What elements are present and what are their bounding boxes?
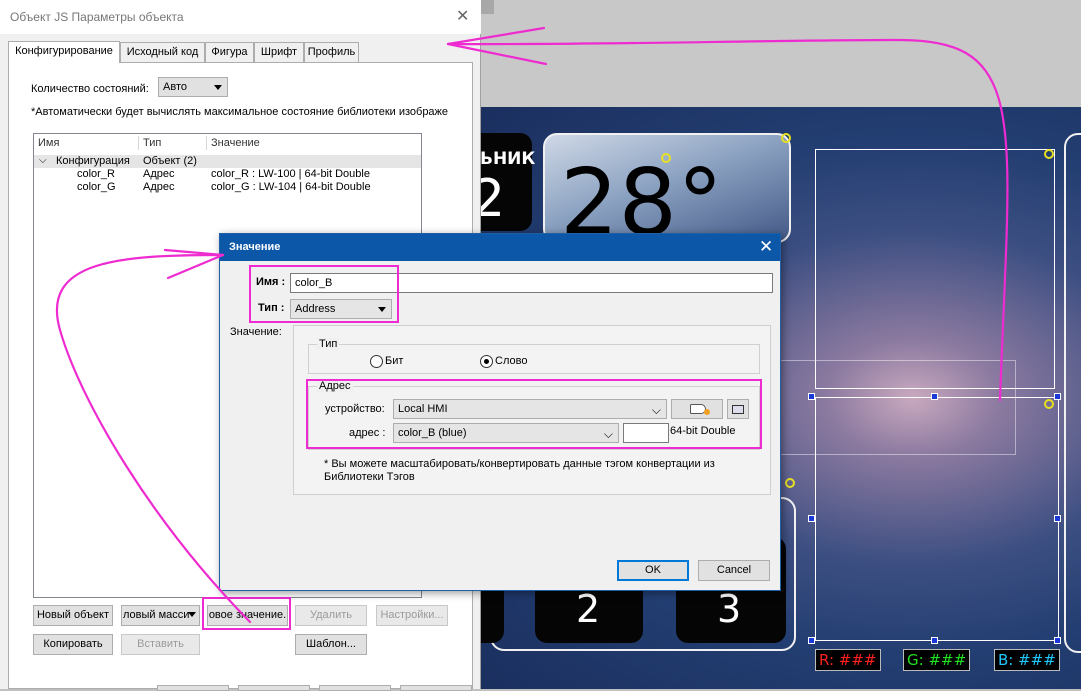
value-label: Значение: <box>230 326 282 338</box>
column-divider[interactable] <box>206 136 207 150</box>
template-button[interactable]: Шаблон... <box>295 634 367 655</box>
rgb-g-readout: G: ### <box>903 649 971 671</box>
radio-bit-label[interactable]: Бит <box>385 355 403 367</box>
resize-handle[interactable] <box>931 637 938 644</box>
tree-row-name: color_G <box>77 181 116 193</box>
resize-handle[interactable] <box>808 637 815 644</box>
rgb-r-readout: R: ### <box>815 649 881 671</box>
hmi-tile-digit: 2 <box>480 169 506 229</box>
tree-row-name: Конфигурация <box>56 155 130 167</box>
tab-profile[interactable]: Профиль <box>304 42 359 62</box>
auto-calc-note: *Автоматически будет вычислять максималь… <box>31 106 449 118</box>
conversion-note: * Вы можете масштабировать/конвертироват… <box>324 458 715 482</box>
close-icon[interactable]: ✕ <box>759 237 773 257</box>
states-count-value: Авто <box>163 81 187 93</box>
anchor-point-icon[interactable] <box>1044 399 1054 409</box>
tree-row-type: Адрес <box>143 168 175 180</box>
highlight-address <box>306 379 762 449</box>
anchor-point-icon[interactable] <box>781 133 791 143</box>
canvas-ruler-corner <box>480 0 494 14</box>
new-array-button[interactable]: ловый масси <box>121 605 200 626</box>
resize-handle[interactable] <box>1054 393 1061 400</box>
column-divider[interactable] <box>138 136 139 150</box>
resize-handle[interactable] <box>808 515 815 522</box>
radio-word[interactable] <box>480 355 493 368</box>
tab-source-code[interactable]: Исходный код <box>120 42 205 62</box>
new-object-button[interactable]: Новый объект <box>33 605 113 626</box>
radio-selected-dot <box>484 359 489 364</box>
tree-row-type: Объект (2) <box>143 155 197 167</box>
tab-font[interactable]: Шрифт <box>254 42 304 62</box>
ok-button[interactable]: OK <box>617 560 689 581</box>
dialog-bottom-button[interactable] <box>400 685 472 691</box>
hmi-right-tile[interactable] <box>1064 133 1081 653</box>
states-count-label: Количество состояний: <box>31 83 149 95</box>
column-header-name[interactable]: Имя <box>38 137 59 149</box>
copy-button[interactable]: Копировать <box>33 634 113 655</box>
tab-shape[interactable]: Фигура <box>205 42 254 62</box>
radio-bit[interactable] <box>370 355 383 368</box>
new-array-label: ловый масси <box>123 609 190 621</box>
dialog-titlebar: Объект JS Параметры объекта ✕ <box>0 0 481 34</box>
column-header-type[interactable]: Тип <box>143 137 161 149</box>
settings-button[interactable]: Настройки... <box>376 605 448 626</box>
chevron-down-icon <box>214 85 222 90</box>
chevron-down-icon[interactable]: ⌵ <box>39 154 47 167</box>
column-header-value[interactable]: Значение <box>211 137 260 149</box>
type-group: Тип Бит Слово <box>308 338 760 374</box>
dialog-bottom-button[interactable] <box>157 685 229 691</box>
paste-button[interactable]: Вставить <box>121 634 200 655</box>
tree-row-type: Адрес <box>143 181 175 193</box>
canvas-top-area <box>480 0 1081 107</box>
hmi-key-3-label: 3 <box>717 587 742 631</box>
cancel-button[interactable]: Cancel <box>698 560 770 581</box>
close-icon[interactable]: ✕ <box>456 6 469 26</box>
highlight-name-type <box>249 265 399 323</box>
rgb-b-readout: B: ### <box>994 649 1060 671</box>
type-group-title: Тип <box>317 338 340 350</box>
chevron-down-icon <box>188 612 196 617</box>
resize-handle[interactable] <box>1054 515 1061 522</box>
value-dialog-title: Значение <box>229 241 281 253</box>
value-dialog: Значение ✕ Имя : color_B Тип : Address З… <box>219 233 781 591</box>
highlight-new-value <box>202 597 291 630</box>
background-frame <box>778 360 1016 455</box>
hmi-key-2-label: 2 <box>576 587 601 631</box>
tree-row-value: color_R : LW-100 | 64-bit Double <box>211 168 370 180</box>
tree-row-value: color_G : LW-104 | 64-bit Double <box>211 181 371 193</box>
anchor-point-icon[interactable] <box>785 478 795 488</box>
dialog-title: Объект JS Параметры объекта <box>10 10 184 24</box>
states-count-select[interactable]: Авто <box>158 77 228 97</box>
radio-word-label[interactable]: Слово <box>495 355 527 367</box>
delete-button[interactable]: Удалить <box>295 605 367 626</box>
value-dialog-titlebar: Значение ✕ <box>220 234 780 261</box>
anchor-point-icon[interactable] <box>661 153 671 163</box>
dialog-bottom-button[interactable] <box>238 685 310 691</box>
hmi-tile-label-text: ьник <box>480 149 536 169</box>
resize-handle[interactable] <box>1054 637 1061 644</box>
tree-row-config[interactable]: ⌵ Конфигурация Объект (2) <box>34 155 421 168</box>
dialog-bottom-button[interactable] <box>319 685 391 691</box>
tree-row-color-g[interactable]: color_G Адрес color_G : LW-104 | 64-bit … <box>34 181 421 194</box>
tree-row-color-r[interactable]: color_R Адрес color_R : LW-100 | 64-bit … <box>34 168 421 181</box>
tree-row-name: color_R <box>77 168 115 180</box>
anchor-point-icon[interactable] <box>1044 149 1054 159</box>
tab-configuration[interactable]: Конфигурирование <box>8 41 120 63</box>
selected-object-top[interactable] <box>815 149 1055 389</box>
